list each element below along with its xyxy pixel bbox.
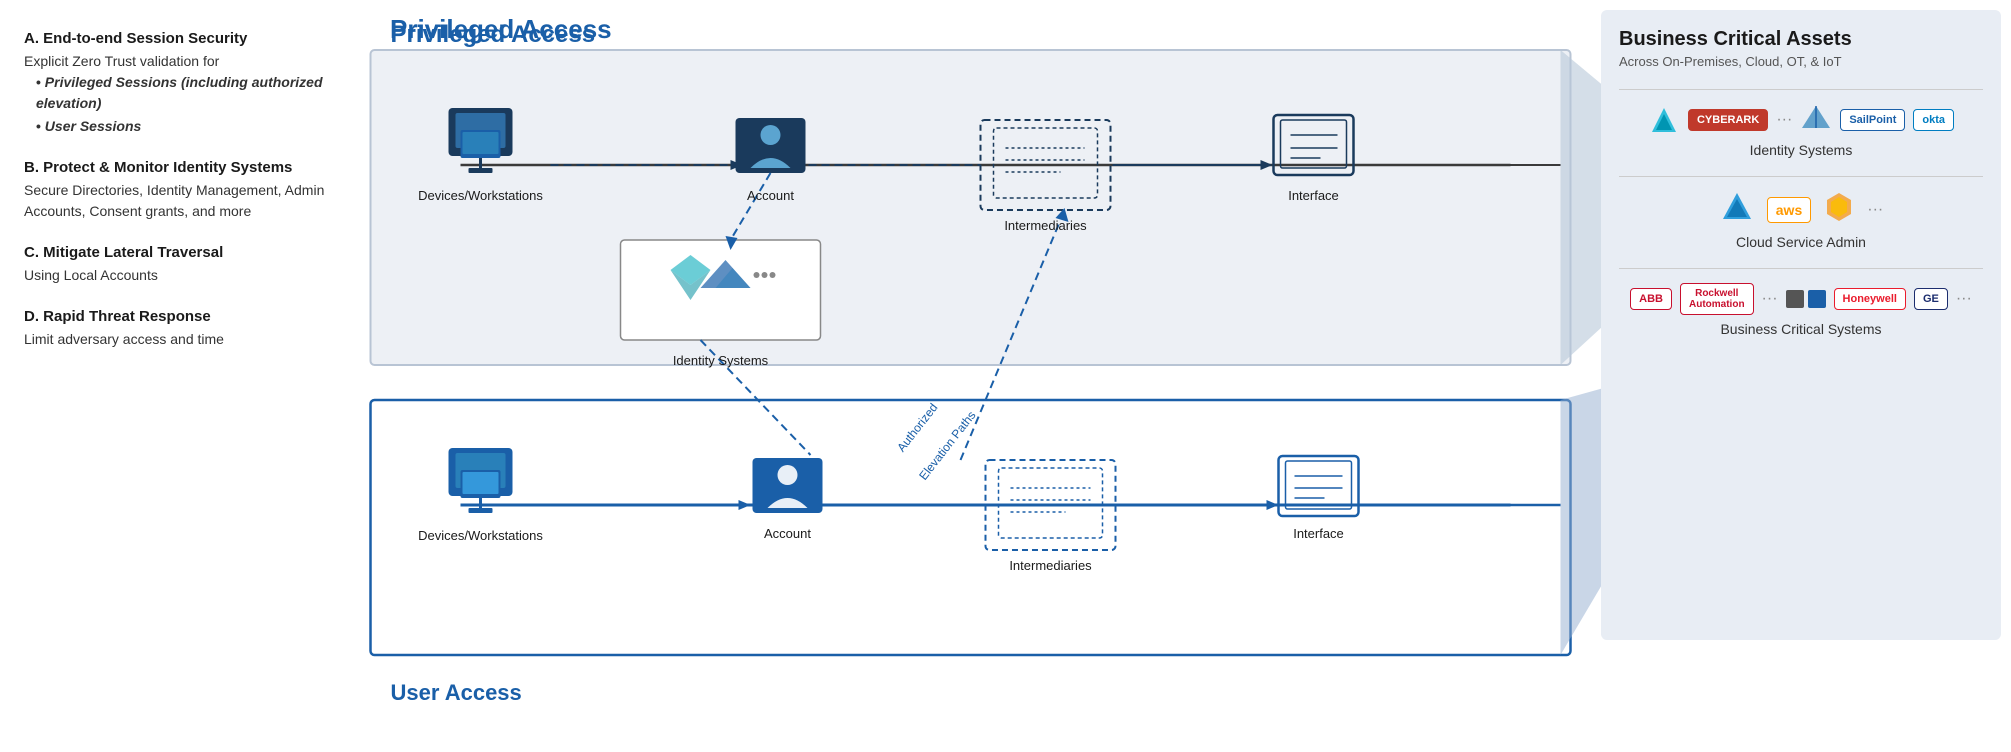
section-d: D. Rapid Threat Response Limit adversary… — [24, 308, 336, 350]
logo-dots-2: ··· — [1867, 201, 1883, 219]
bca-subtitle: Across On-Premises, Cloud, OT, & IoT — [1619, 54, 1983, 69]
section-b-title: B. Protect & Monitor Identity Systems — [24, 159, 336, 176]
section-b-body: Secure Directories, Identity Management,… — [24, 180, 336, 222]
privileged-access-label: Privileged Access — [390, 14, 612, 45]
section-a-body: Explicit Zero Trust validation for — [24, 53, 219, 69]
logo-ge: GE — [1914, 288, 1948, 310]
left-panel: A. End-to-end Session Security Explicit … — [0, 0, 360, 752]
logo-honeywell: Honeywell — [1834, 288, 1906, 310]
bca-cloud-label: Cloud Service Admin — [1619, 234, 1983, 250]
logo-aws: aws — [1767, 197, 1811, 223]
bca-title: Business Critical Assets — [1619, 28, 1983, 51]
logo-rockwell: RockwellAutomation — [1680, 283, 1754, 315]
svg-text:Account: Account — [747, 188, 794, 203]
section-a-bullets: Privileged Sessions (including authorize… — [24, 72, 336, 137]
section-d-title: D. Rapid Threat Response — [24, 308, 336, 325]
bullet-user-sessions: User Sessions — [36, 116, 336, 137]
svg-text:Interface: Interface — [1288, 188, 1339, 203]
logo-abb: ABB — [1630, 288, 1672, 310]
svg-text:Account: Account — [764, 526, 811, 541]
bca-business-systems: ABB RockwellAutomation ··· Honeywell GE … — [1619, 283, 1983, 337]
svg-text:Devices/Workstations: Devices/Workstations — [418, 528, 543, 543]
svg-text:Intermediaries: Intermediaries — [1004, 218, 1087, 233]
logo-sailpoint: SailPoint — [1840, 109, 1905, 131]
bullet-privileged-sessions: Privileged Sessions (including authorize… — [36, 72, 336, 114]
logo-dots-1: ··· — [1776, 111, 1792, 129]
bca-identity-label: Identity Systems — [1619, 142, 1983, 158]
section-a-title: A. End-to-end Session Security — [24, 30, 336, 47]
bca-cloud: aws ··· Cloud Service Admin — [1619, 191, 1983, 250]
logo-dots-4: ··· — [1956, 290, 1972, 308]
svg-text:Identity Systems: Identity Systems — [673, 353, 769, 368]
svg-text:User Access: User Access — [391, 680, 522, 705]
section-c-body: Using Local Accounts — [24, 265, 336, 286]
svg-text:Devices/Workstations: Devices/Workstations — [418, 188, 543, 203]
section-d-body: Limit adversary access and time — [24, 329, 336, 350]
svg-text:Intermediaries: Intermediaries — [1009, 558, 1092, 573]
section-c: C. Mitigate Lateral Traversal Using Loca… — [24, 244, 336, 286]
bca-business-label: Business Critical Systems — [1619, 321, 1983, 337]
bca-identity-systems: CYBERARK ··· SailPoint okta Identity Sys… — [1619, 104, 1983, 158]
section-c-title: C. Mitigate Lateral Traversal — [24, 244, 336, 261]
logo-okta: okta — [1913, 109, 1954, 131]
main-diagram: Privileged Access — [360, 0, 2011, 752]
section-a: A. End-to-end Session Security Explicit … — [24, 30, 336, 137]
section-b: B. Protect & Monitor Identity Systems Se… — [24, 159, 336, 222]
logo-cyberark: CYBERARK — [1688, 109, 1768, 131]
bca-panel: Business Critical Assets Across On-Premi… — [1601, 10, 2001, 640]
logo-dots-3: ··· — [1762, 290, 1778, 308]
svg-text:Interface: Interface — [1293, 526, 1344, 541]
